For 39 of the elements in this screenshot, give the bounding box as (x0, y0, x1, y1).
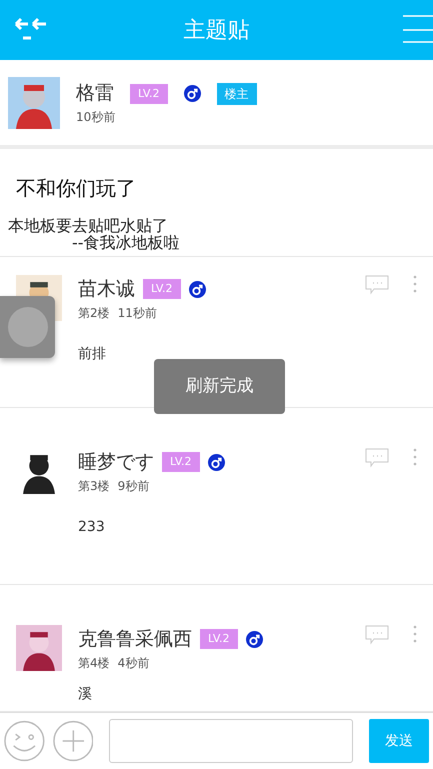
floor-number: 第2楼 (78, 304, 110, 322)
comment-icon[interactable] (365, 625, 389, 645)
floor-number: 第3楼 (78, 478, 110, 494)
reply-content: 前排 (78, 344, 107, 364)
user-name[interactable]: 睡梦です (78, 448, 154, 476)
male-icon (188, 280, 206, 298)
post-title: 不和你们玩了 (15, 175, 137, 202)
more-icon[interactable] (413, 625, 417, 643)
level-badge: LV.2 (130, 84, 168, 104)
post-body-line: --食我冰地板啦 (71, 234, 181, 251)
male-icon (208, 454, 225, 471)
user-name[interactable]: 克鲁鲁采佩西 (78, 625, 192, 654)
op-badge: 楼主 (216, 82, 257, 104)
post-time: 9秒前 (118, 478, 150, 494)
more-icon[interactable] (413, 275, 417, 293)
post-body-line: 本地板要去贴吧水贴了 (7, 217, 168, 234)
menu-icon[interactable] (401, 14, 433, 44)
page-title: 主题贴 (184, 16, 250, 44)
comment-icon[interactable] (365, 448, 389, 468)
post-time: 10秒前 (76, 108, 116, 126)
post-time: 11秒前 (118, 304, 157, 322)
message-input[interactable] (109, 719, 353, 763)
male-icon (246, 630, 263, 648)
level-badge: LV.2 (162, 452, 200, 472)
reply-content: 溪 (78, 684, 93, 704)
user-name[interactable]: 苗木诚 (78, 275, 135, 304)
toast-message: 刷新完成 (154, 359, 285, 414)
more-icon[interactable] (413, 448, 417, 466)
level-badge: LV.2 (143, 279, 181, 300)
floor-number: 第4楼 (78, 654, 110, 672)
floating-assist-button[interactable] (0, 296, 55, 358)
user-name[interactable]: 格雷 (76, 79, 114, 108)
reply-content: 233 (78, 518, 106, 536)
add-icon[interactable] (52, 720, 94, 762)
level-badge: LV.2 (200, 629, 238, 650)
post-time: 4秒前 (118, 654, 150, 672)
male-icon (184, 85, 201, 102)
comment-icon[interactable] (365, 275, 389, 295)
emoji-icon[interactable] (4, 720, 45, 762)
